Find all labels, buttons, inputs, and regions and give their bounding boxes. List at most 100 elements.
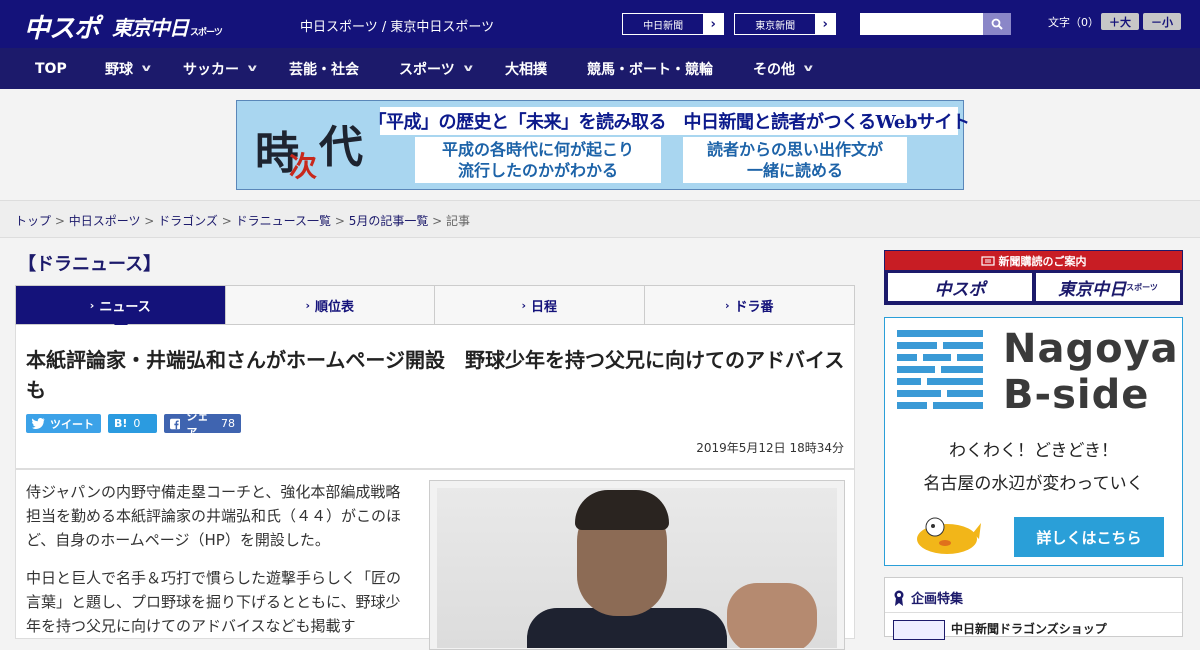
- breadcrumb-link-dragons[interactable]: ドラゴンズ: [158, 214, 218, 228]
- nagoya-bside-ad[interactable]: Nagoya B-side わくわく！どきどき！ 名古屋の水辺が変わっていく 詳…: [884, 317, 1183, 566]
- tab-schedule[interactable]: › 日程: [435, 286, 645, 324]
- subscribe-tokyo-chunichi-sub: スポーツ: [1126, 282, 1158, 292]
- nav-item-label: 野球: [105, 61, 133, 78]
- article-date: 2019年5月12日 18時34分: [696, 441, 844, 455]
- nav-item-other[interactable]: その他 v: [753, 48, 813, 89]
- nav-item-label: 芸能・社会: [289, 61, 359, 78]
- breadcrumb-current: 記事: [446, 214, 471, 228]
- bside-tagline-1: わくわく！どきどき！: [949, 441, 1118, 461]
- top-banner-ad[interactable]: 時 次 代 「平成」の歴史と「未来」を読み取る 中日新聞と読者がつくるWebサイ…: [236, 100, 970, 190]
- bside-title-line1: Nagoya: [1003, 326, 1179, 372]
- subscribe-chuspo-button[interactable]: 中スポ: [888, 273, 1032, 301]
- tokyo-chunichi-logo-sub: スポーツ: [190, 28, 223, 38]
- ad-kanji-2: 次: [289, 150, 318, 183]
- header-title: 中日スポーツ / 東京中日スポーツ: [300, 20, 495, 35]
- hatena-label: B!: [114, 417, 128, 430]
- tweet-button[interactable]: ツイート: [26, 414, 101, 433]
- brick-wall-icon: [897, 330, 983, 414]
- chunichi-shimbun-link[interactable]: 中日新聞 ›: [622, 13, 724, 35]
- chevron-right-icon: ›: [89, 298, 95, 312]
- brick-shape: [897, 342, 937, 349]
- nav-item-racing[interactable]: 競馬・ボート・競輪: [587, 48, 713, 89]
- tab-standings[interactable]: › 順位表: [226, 286, 435, 324]
- tokyo-shimbun-link[interactable]: 東京新聞 ›: [734, 13, 836, 35]
- nav-item-sumo[interactable]: 大相撲: [505, 48, 547, 89]
- nav-item-baseball[interactable]: 野球 v: [105, 48, 151, 89]
- chevron-right-icon: ›: [724, 298, 730, 312]
- tab-label: 順位表: [315, 299, 355, 315]
- article-paragraph: 中日と巨人で名手＆巧打で慣らした遊撃手らしく「匠の言葉」と題し、プロ野球を掘り下…: [26, 569, 402, 635]
- chunichi-shimbun-label: 中日新聞: [643, 20, 684, 32]
- ad-box-left: 平成の各時代に何が起こり 流行したのかがわかる: [415, 137, 661, 183]
- photo-hand-shape: [727, 583, 817, 648]
- breadcrumb-link-chuspo[interactable]: 中日スポーツ: [69, 214, 141, 228]
- chevron-right-icon: ›: [815, 14, 835, 34]
- chevron-right-icon: ›: [521, 298, 527, 312]
- bside-title: Nagoya B-side: [1003, 326, 1179, 418]
- chevron-down-icon: v: [141, 63, 151, 74]
- ad-kanji-3: 代: [319, 122, 363, 173]
- nav-item-label: 大相撲: [505, 61, 547, 78]
- subscription-heading: 新聞購読のご案内: [885, 251, 1182, 270]
- font-size-down-button[interactable]: －小: [1143, 13, 1181, 30]
- facebook-icon: [170, 418, 181, 429]
- brick-shape: [957, 354, 983, 361]
- breadcrumb-link-top[interactable]: トップ: [15, 214, 51, 228]
- article-photo: [437, 488, 837, 648]
- ad-box-left-line2: 流行したのかがわかる: [457, 161, 618, 180]
- tokyo-chunichi-logo[interactable]: 東京中日 スポーツ: [112, 12, 223, 41]
- global-nav: TOP 野球 v サッカー v 芸能・社会 スポーツ v 大相撲 競馬・ボート・競輪 …: [0, 48, 1200, 89]
- search-input[interactable]: [860, 13, 983, 35]
- brick-shape: [941, 366, 983, 373]
- ticket-icon: [980, 255, 995, 266]
- chevron-down-icon: v: [803, 63, 813, 74]
- chuspo-logo[interactable]: 中スポ: [24, 8, 100, 45]
- brick-shape: [897, 390, 941, 397]
- subscribe-tokyo-chunichi-button[interactable]: 東京中日 スポーツ: [1036, 273, 1180, 301]
- hatena-bookmark-button[interactable]: B! 0: [108, 414, 157, 433]
- tab-label: ドラ番: [734, 299, 774, 315]
- brick-shape: [927, 378, 983, 385]
- search-icon: [991, 18, 1003, 30]
- search-button[interactable]: [983, 13, 1011, 35]
- article-photo-frame[interactable]: [429, 480, 845, 650]
- nav-item-soccer[interactable]: サッカー v: [183, 48, 257, 89]
- feature-section: 企画特集 中日新聞ドラゴンズショップ: [884, 577, 1183, 640]
- site-header: 中スポ 東京中日 スポーツ 中日スポーツ / 東京中日スポーツ 中日新聞 › 東京…: [0, 0, 1200, 48]
- nav-item-top[interactable]: TOP: [35, 48, 67, 89]
- nav-item-label: その他: [753, 61, 795, 78]
- subscribe-tokyo-chunichi-text: 東京中日: [1058, 279, 1127, 300]
- breadcrumb-link-dora-news[interactable]: ドラニュース一覧: [236, 214, 331, 228]
- subscription-banner[interactable]: 新聞購読のご案内 中スポ 東京中日 スポーツ: [884, 250, 1183, 305]
- tokyo-shimbun-label: 東京新聞: [755, 20, 796, 32]
- facebook-share-button[interactable]: シェア 78: [164, 410, 241, 439]
- nav-item-label: TOP: [35, 60, 67, 77]
- brick-shape: [897, 354, 917, 361]
- tab-dora-ban[interactable]: › ドラ番: [645, 286, 855, 324]
- twitter-bird-icon: [32, 418, 45, 429]
- ribbon-icon: [894, 590, 904, 606]
- photo-hair-shape: [575, 490, 669, 530]
- tab-label: 日程: [531, 299, 558, 315]
- ad-headline: 「平成」の歴史と「未来」を読み取る 中日新聞と読者がつくるWebサイト: [369, 107, 970, 135]
- feature-item-link[interactable]: 中日新聞ドラゴンズショップ: [951, 620, 1107, 637]
- feature-title-text: 企画特集: [911, 592, 964, 607]
- brick-shape: [897, 402, 927, 409]
- bside-tagline-2: 名古屋の水辺が変わっていく: [923, 474, 1144, 494]
- tab-news[interactable]: › ニュース: [16, 286, 226, 332]
- ad-box-right-line2: 一緒に読める: [746, 161, 843, 180]
- bside-detail-button[interactable]: 詳しくはこちら: [1014, 517, 1164, 557]
- feature-thumbnail[interactable]: [893, 620, 945, 640]
- facebook-share-count: 78: [221, 417, 235, 430]
- brick-shape: [897, 366, 935, 373]
- nav-item-entertainment[interactable]: 芸能・社会: [289, 48, 359, 89]
- font-size-label: 文字（0）: [1048, 16, 1099, 29]
- nav-item-sports[interactable]: スポーツ v: [399, 48, 473, 89]
- ad-box-left-line1: 平成の各時代に何が起こり: [441, 140, 634, 159]
- article-body: 侍ジャパンの内野守備走塁コーチと、強化本部編成戦略担当を勤める本紙評論家の井端弘…: [15, 469, 855, 650]
- nav-item-label: スポーツ: [399, 61, 455, 78]
- nav-item-label: サッカー: [183, 61, 239, 78]
- breadcrumb-link-may-articles[interactable]: 5月の記事一覧: [349, 214, 429, 228]
- font-size-up-button[interactable]: ＋大: [1101, 13, 1139, 30]
- subscription-heading-text: 新聞購読のご案内: [998, 254, 1087, 268]
